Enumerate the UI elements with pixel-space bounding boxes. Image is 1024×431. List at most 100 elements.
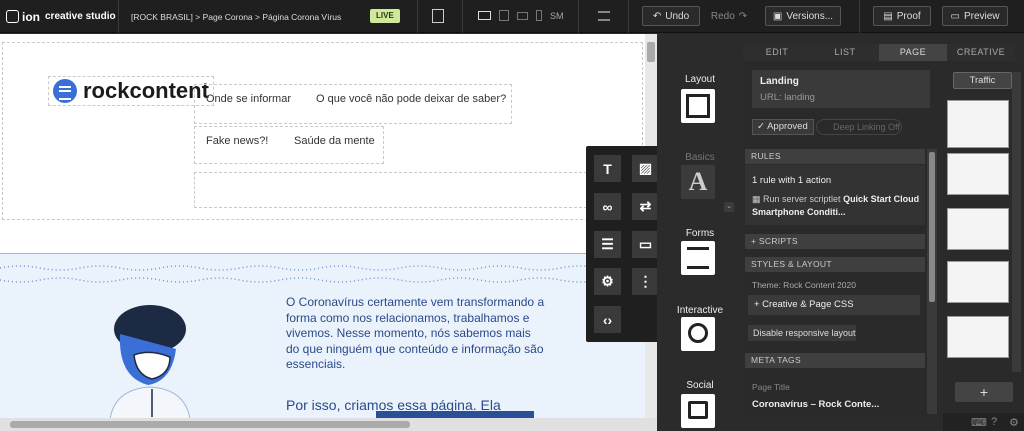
rule-item[interactable]: 1 rule with 1 action ▦ Run server script… (745, 165, 925, 225)
list-element-icon[interactable]: ☰ (594, 231, 621, 258)
layout-toggle-icon[interactable] (432, 9, 444, 23)
undo-icon: ↶ (652, 10, 662, 22)
social-icon[interactable] (681, 394, 715, 428)
gear-icon[interactable]: ⚙ (1009, 416, 1019, 429)
hero-section[interactable]: O Coronavírus certamente vem transforman… (0, 253, 645, 418)
meta-tags-header[interactable]: META TAGS (745, 353, 925, 368)
basics-icon[interactable]: A (681, 165, 715, 199)
hero-paragraph: O Coronavírus certamente vem transforman… (286, 295, 545, 371)
page-title-value[interactable]: Coronavírus – Rock Conte... (752, 399, 879, 410)
help-icon[interactable]: ? (991, 416, 997, 428)
tab-page[interactable]: PAGE (879, 44, 947, 61)
button-element-icon[interactable]: ▭ (632, 231, 659, 258)
rockcontent-logo[interactable]: rockcontent (53, 78, 209, 104)
thumbs-scrollbar[interactable] (1012, 72, 1021, 372)
rule-count: 1 rule with 1 action (752, 175, 832, 186)
wave-decoration (0, 277, 645, 283)
redo-icon: ↷ (738, 10, 748, 22)
deep-linking-toggle[interactable]: Deep Linking Off (816, 119, 902, 135)
settings-sliders-icon[interactable] (598, 11, 610, 21)
container-element-icon[interactable]: ⋮ (632, 268, 659, 295)
landing-url: URL: landing (760, 92, 815, 103)
link-element-icon[interactable]: ∞ (594, 193, 621, 220)
tablet-landscape-icon[interactable] (517, 11, 528, 20)
category-social-label: Social (686, 380, 714, 391)
rule-action: ▦ Run server scriptlet Quick Start Cloud… (752, 194, 920, 217)
preview-icon: ▭ (950, 10, 960, 22)
element-categories: Layout Basics A ⌄ Forms Interactive Soci… (657, 34, 743, 431)
theme-label[interactable]: Theme: Rock Content 2020 (752, 280, 856, 290)
traffic-button[interactable]: Traffic (953, 72, 1012, 89)
nav-link-o-que-voce[interactable]: O que você não pode deixar de saber? (316, 93, 506, 105)
creative-thumbnails: Traffic + (940, 62, 1024, 417)
ion-logo-icon (6, 10, 19, 23)
element-palette: T ▨ ∞ ⇄ ☰ ▭ ⚙ ⋮ ‹› (586, 146, 668, 342)
scripts-section[interactable]: + SCRIPTS (745, 234, 925, 249)
versions-button[interactable]: ▣ Versions... (765, 6, 841, 26)
app-logo[interactable]: ion creative studio (6, 0, 116, 33)
bottom-toolbar: ⌨ ? ⚙ (943, 413, 1024, 431)
live-badge: LIVE (370, 9, 400, 23)
breadcrumb[interactable]: [ROCK BRASIL] > Page Corona > Página Cor… (131, 0, 341, 33)
preview-button[interactable]: ▭ Preview (942, 6, 1008, 26)
category-layout-label: Layout (684, 74, 716, 85)
page-thumbnail[interactable] (947, 153, 1009, 195)
masked-person-illustration (109, 305, 191, 418)
rockcontent-logo-icon (53, 79, 77, 103)
category-interactive-label: Interactive (676, 305, 724, 316)
top-bar: ion creative studio [ROCK BRASIL] > Page … (0, 0, 1024, 33)
device-size-label[interactable]: SM (550, 11, 564, 21)
approved-checkbox[interactable]: ✓ Approved (752, 119, 814, 135)
interactive-icon[interactable] (681, 317, 715, 351)
rules-section-header[interactable]: RULES (745, 149, 925, 164)
tab-creative[interactable]: CREATIVE (947, 44, 1015, 61)
tab-edit[interactable]: EDIT (743, 44, 811, 61)
chevron-down-icon[interactable]: ⌄ (724, 202, 734, 212)
add-page-button[interactable]: + (955, 382, 1013, 402)
redo-button[interactable]: Redo ↷ (704, 6, 754, 26)
category-forms-label: Forms (685, 228, 715, 239)
landing-title: Landing (760, 76, 799, 87)
keyboard-icon[interactable]: ⌨ (971, 416, 987, 429)
device-switcher: SM (478, 10, 564, 21)
tab-list[interactable]: LIST (811, 44, 879, 61)
nav-link-onde-se-informar[interactable]: Onde se informar (206, 93, 291, 105)
scrollbar-thumb[interactable] (929, 152, 935, 302)
forms-icon[interactable] (681, 241, 715, 275)
page-thumbnail[interactable] (947, 100, 1009, 148)
desktop-icon[interactable] (478, 11, 491, 20)
nav-link-fake-news[interactable]: Fake news?! (206, 135, 268, 147)
panel-tabs: EDIT LIST PAGE CREATIVE (743, 44, 1015, 61)
wave-decoration (0, 265, 645, 271)
creative-css-button[interactable]: + Creative & Page CSS (748, 295, 920, 315)
page-title-label: Page Title (752, 382, 790, 392)
page-thumbnail[interactable] (947, 316, 1009, 358)
page-canvas[interactable]: rockcontent Onde se informar O que você … (0, 34, 645, 418)
text-element-icon[interactable]: T (594, 155, 621, 182)
panel-scrollbar[interactable] (927, 149, 937, 414)
shuffle-element-icon[interactable]: ⇄ (632, 193, 659, 220)
code-element-icon[interactable]: ‹› (594, 306, 621, 333)
image-element-icon[interactable]: ▨ (632, 155, 659, 182)
layout-icon[interactable] (681, 89, 715, 123)
page-thumbnail[interactable] (947, 261, 1009, 303)
proof-button[interactable]: ▤ Proof (873, 6, 931, 26)
disable-responsive-button[interactable]: Disable responsive layout (748, 325, 856, 341)
tablet-icon[interactable] (499, 10, 509, 21)
nav-link-saude-da-mente[interactable]: Saúde da mente (294, 135, 375, 147)
scrollbar-thumb[interactable] (10, 421, 410, 428)
page-thumbnail[interactable] (947, 208, 1009, 250)
phone-icon[interactable] (536, 10, 542, 21)
canvas-horizontal-scrollbar[interactable] (0, 418, 657, 431)
styles-layout-header[interactable]: STYLES & LAYOUT (745, 257, 925, 272)
widget-element-icon[interactable]: ⚙ (594, 268, 621, 295)
page-properties-panel: Landing URL: landing ✓ Approved Deep Lin… (743, 62, 939, 417)
landing-card[interactable]: Landing URL: landing (752, 70, 930, 108)
versions-icon: ▣ (772, 10, 783, 22)
proof-icon: ▤ (883, 10, 893, 22)
hero-highlight-bar (376, 411, 534, 418)
undo-button[interactable]: ↶ Undo (642, 6, 700, 26)
scrollbar-thumb[interactable] (647, 42, 655, 62)
nav-row3-outline (194, 172, 642, 208)
category-basics-label: Basics (685, 152, 715, 163)
